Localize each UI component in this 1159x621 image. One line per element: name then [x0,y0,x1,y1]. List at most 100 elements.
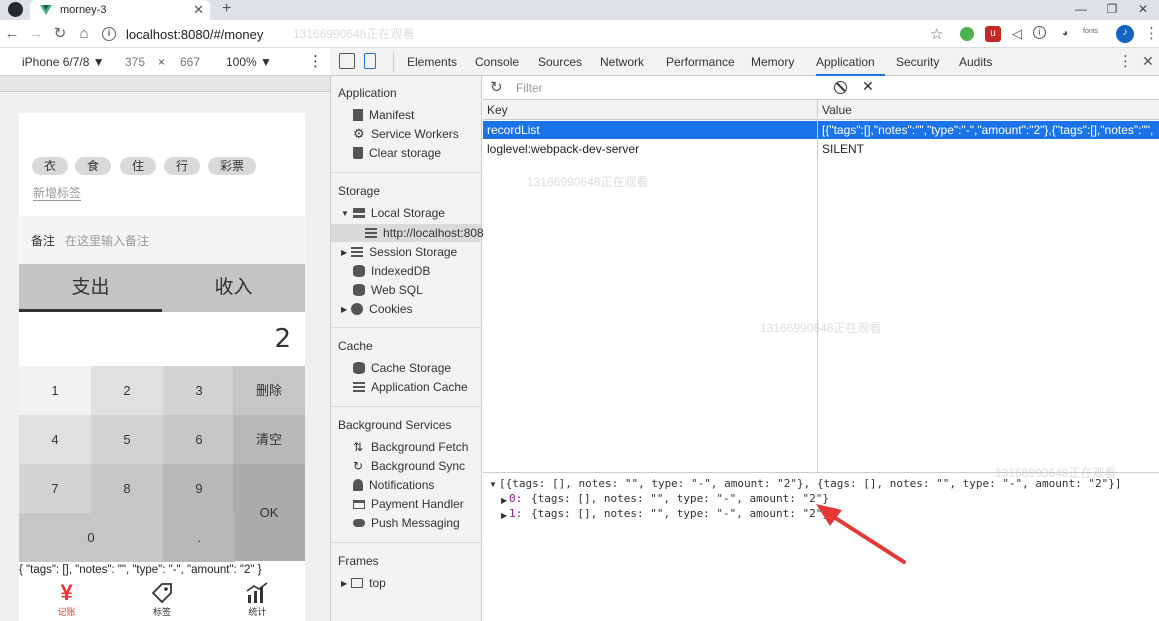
tab-performance[interactable]: Performance [666,55,735,69]
sidebar-item-websql[interactable]: Web SQL [353,281,423,299]
type-income-tab[interactable]: 收入 [162,264,305,312]
key-5[interactable]: 5 [91,415,163,464]
key-dot[interactable]: . [163,513,235,562]
sidebar-item-clear-storage[interactable]: Clear storage [353,144,441,162]
devtools-menu-icon[interactable]: ⋮ [1118,52,1133,70]
tab-close-icon[interactable]: ✕ [193,2,204,18]
row-value[interactable]: SILENT [822,140,1154,158]
tab-memory[interactable]: Memory [751,55,794,69]
profile-avatar[interactable]: ♪ [1116,25,1134,43]
extension-face-icon[interactable]: ◕ [1057,26,1073,42]
table-header [483,100,1159,120]
add-tag-button[interactable]: 新增标签 [33,186,82,201]
sidebar-item-application-cache[interactable]: Application Cache [353,378,468,396]
device-more-icon[interactable]: ⋮ [308,52,323,70]
sidebar-item-session-storage[interactable]: ▶ Session Storage [341,243,457,261]
site-info-icon[interactable]: i [102,27,116,41]
sidebar-item-service-workers[interactable]: ⚙ Service Workers [353,125,459,143]
key-6[interactable]: 6 [163,415,235,464]
delete-selected-icon[interactable]: ✕ [862,78,874,95]
home-icon[interactable]: ⌂ [74,24,94,44]
tag-item[interactable]: 住 [120,157,157,175]
tab-console[interactable]: Console [475,55,519,69]
key-4[interactable]: 4 [19,415,91,464]
sidebar-item-background-sync[interactable]: ↻ Background Sync [353,457,465,475]
inspect-element-icon[interactable] [339,53,355,69]
tab-application[interactable]: Application [816,55,875,69]
key-clear[interactable]: 清空 [233,415,305,464]
device-toggle-icon[interactable] [364,53,376,69]
sidebar-item-cache-storage[interactable]: Cache Storage [353,359,451,377]
sidebar-item-top-frame[interactable]: ▶ top [341,574,386,592]
sidebar-item-cookies[interactable]: ▶ Cookies [341,300,413,318]
key-0[interactable]: 0 [19,513,163,562]
device-select[interactable]: iPhone 6/7/8 ▼ [22,55,105,69]
nav-money[interactable]: ¥ 记账 [19,579,114,621]
clear-all-icon[interactable] [834,81,847,94]
key-9[interactable]: 9 [163,464,235,513]
media-query-bar [0,76,330,92]
extension-shield-icon[interactable]: u [985,26,1001,42]
row-key[interactable]: recordList [487,121,813,139]
sidebar-item-notifications[interactable]: Notifications [353,476,434,494]
new-tab-icon[interactable]: + [222,0,231,18]
tab-network[interactable]: Network [600,55,644,69]
expand-arrow-icon[interactable]: ▼ [489,478,497,492]
back-icon[interactable]: ← [2,24,22,44]
github-icon[interactable] [8,2,23,17]
key-ok[interactable]: OK [233,464,305,561]
key-7[interactable]: 7 [19,464,91,513]
browser-tab[interactable]: morney-3 ✕ [30,0,210,20]
forward-icon[interactable]: → [26,24,46,44]
device-height[interactable]: 667 [180,55,200,69]
key-8[interactable]: 8 [91,464,163,513]
tag-item[interactable]: 彩票 [208,157,257,175]
tag-item[interactable]: 食 [75,157,112,175]
tab-sources[interactable]: Sources [538,55,582,69]
notes-input[interactable]: 在这里输入备注 [65,232,149,249]
window-close-icon[interactable]: ✕ [1128,0,1158,20]
minimize-icon[interactable]: — [1066,0,1096,20]
column-key[interactable]: Key [487,103,508,117]
url-field[interactable]: i localhost:8080/#/money [96,22,956,46]
sidebar-item-manifest[interactable]: Manifest [353,106,414,124]
extension-speaker-icon[interactable]: ◁ [1009,26,1025,42]
key-3[interactable]: 3 [163,366,235,415]
key-1[interactable]: 1 [19,366,91,415]
tag-item[interactable]: 衣 [32,157,69,175]
type-expense-tab[interactable]: 支出 [19,264,162,312]
refresh-icon[interactable]: ↻ [490,78,503,96]
extension-fonts-icon[interactable]: fonts [1083,28,1098,35]
sidebar-item-indexeddb[interactable]: IndexedDB [353,262,430,280]
column-value[interactable]: Value [822,103,852,117]
notes-row[interactable]: 备注 在这里输入备注 [19,216,305,264]
row-value[interactable]: [{"tags":[],"notes":"","type":"-","amoun… [822,121,1154,139]
zoom-select[interactable]: 100% ▼ [226,55,272,69]
browser-menu-icon[interactable]: ⋮ [1144,24,1159,42]
key-delete[interactable]: 删除 [233,366,305,415]
grid-icon [365,228,377,238]
tab-elements[interactable]: Elements [407,55,457,69]
device-width[interactable]: 375 [125,55,145,69]
tab-audits[interactable]: Audits [959,55,992,69]
sidebar-item-local-storage[interactable]: ▼ Local Storage [341,204,445,222]
sidebar-item-background-fetch[interactable]: ⇅ Background Fetch [353,438,468,456]
nav-statistics[interactable]: 统计 [210,579,305,621]
extension-info-icon[interactable]: i [1033,26,1046,39]
row-key[interactable]: loglevel:webpack-dev-server [487,140,813,158]
tab-security[interactable]: Security [896,55,939,69]
maximize-icon[interactable]: ❐ [1097,0,1127,20]
devtools-close-icon[interactable]: ✕ [1142,53,1154,70]
tag-item[interactable]: 行 [164,157,201,175]
filter-input[interactable]: Filter [512,79,812,97]
collapsed-arrow-icon[interactable]: ▶ [501,509,507,523]
bookmark-star-icon[interactable]: ☆ [930,25,943,43]
collapsed-arrow-icon[interactable]: ▶ [501,494,507,508]
sidebar-item-payment-handler[interactable]: Payment Handler [353,495,464,513]
key-2[interactable]: 2 [91,366,163,415]
nav-labels[interactable]: 标签 [114,579,209,621]
sidebar-item-localhost-origin[interactable]: http://localhost:808 [365,224,484,242]
sidebar-item-push-messaging[interactable]: Push Messaging [353,514,460,532]
reload-icon[interactable]: ↻ [50,24,70,44]
extension-green-icon[interactable] [960,27,974,41]
